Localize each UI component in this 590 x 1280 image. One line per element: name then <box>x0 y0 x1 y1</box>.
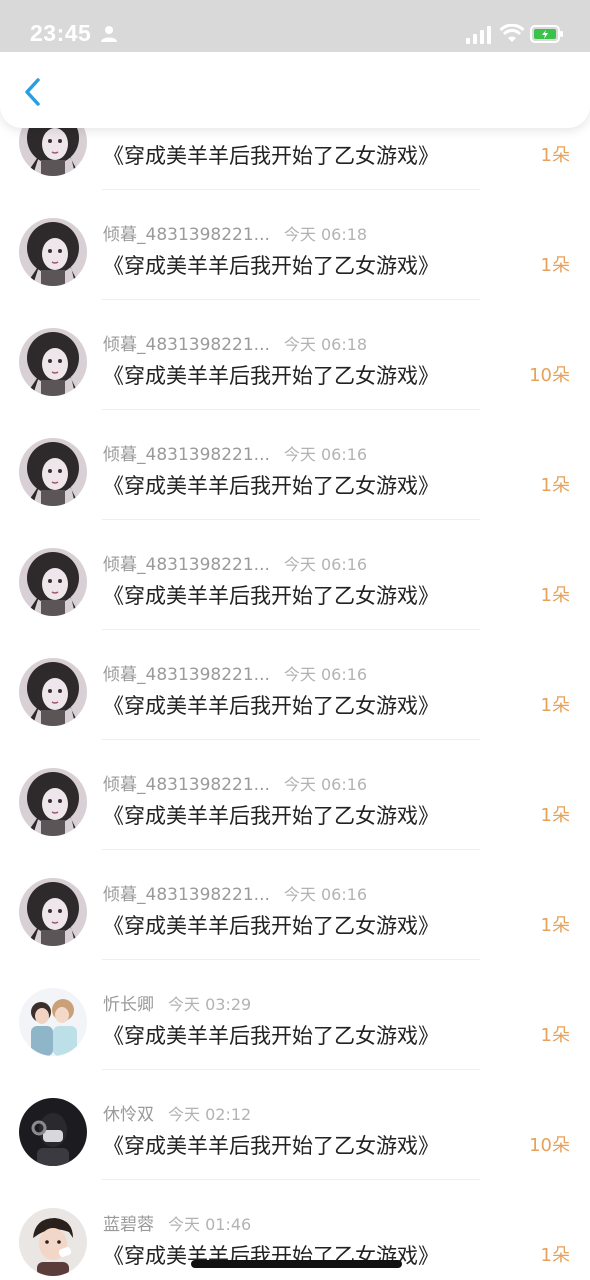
username[interactable]: 倾暮_4831398221... <box>103 555 270 575</box>
row-meta: 倾暮_4831398221... 今天 06:18 <box>103 220 368 245</box>
book-title[interactable]: 《穿成美羊羊后我开始了乙女游戏》 <box>103 1130 439 1160</box>
username[interactable]: 倾暮_4831398221... <box>103 885 270 905</box>
username[interactable]: 忻长卿 <box>103 995 154 1015</box>
flower-count: 1朵 <box>540 1025 570 1046</box>
book-title[interactable]: 《穿成美羊羊后我开始了乙女游戏》 <box>103 800 439 830</box>
book-title[interactable]: 《穿成美羊羊后我开始了乙女游戏》 <box>103 580 439 610</box>
flower-count: 10朵 <box>529 1135 570 1156</box>
row-meta: 蓝碧蓉 今天 01:46 <box>103 1210 252 1235</box>
flower-count: 10朵 <box>529 365 570 386</box>
avatar[interactable] <box>19 218 87 286</box>
timestamp: 今天 06:18 <box>283 225 368 244</box>
avatar[interactable] <box>19 1098 87 1166</box>
timestamp: 今天 03:29 <box>168 995 252 1014</box>
avatar[interactable] <box>19 328 87 396</box>
battery-icon <box>530 25 563 43</box>
header <box>0 52 590 128</box>
username[interactable]: 倾暮_4831398221... <box>103 665 270 685</box>
username[interactable]: 倾暮_4831398221... <box>103 445 270 465</box>
signal-icon <box>466 26 491 44</box>
flower-count: 1朵 <box>540 915 570 936</box>
timestamp: 今天 06:16 <box>283 775 368 794</box>
timestamp: 今天 02:12 <box>168 1105 252 1124</box>
book-title[interactable]: 《穿成美羊羊后我开始了乙女游戏》 <box>103 140 439 170</box>
wifi-icon <box>500 24 524 42</box>
avatar[interactable] <box>19 768 87 836</box>
timestamp: 今天 01:46 <box>168 1215 252 1234</box>
flower-count: 1朵 <box>540 585 570 606</box>
status-bar: 23:45 <box>0 0 590 52</box>
avatar[interactable] <box>19 438 87 506</box>
flower-count: 1朵 <box>540 145 570 166</box>
flower-count: 1朵 <box>540 1245 570 1266</box>
row-meta: 忻长卿 今天 03:29 <box>103 990 252 1015</box>
timestamp: 今天 06:16 <box>283 445 368 464</box>
list-item[interactable]: 倾暮_4831398221... 今天 06:18 《穿成美羊羊后我开始了乙女游戏》… <box>0 190 590 300</box>
avatar[interactable] <box>19 658 87 726</box>
username[interactable]: 休怜双 <box>103 1105 154 1125</box>
home-indicator[interactable] <box>191 1260 402 1268</box>
list-item[interactable]: 倾暮_4831398221... 今天 06:18 《穿成美羊羊后我开始了乙女游戏》… <box>0 300 590 410</box>
status-time: 23:45 <box>30 20 92 46</box>
username[interactable]: 倾暮_4831398221... <box>103 775 270 795</box>
timestamp: 今天 06:16 <box>283 885 368 904</box>
book-title[interactable]: 《穿成美羊羊后我开始了乙女游戏》 <box>103 360 439 390</box>
book-title[interactable]: 《穿成美羊羊后我开始了乙女游戏》 <box>103 470 439 500</box>
list-item[interactable]: 倾暮_4831398221... 今天 06:16 《穿成美羊羊后我开始了乙女游戏》… <box>0 850 590 960</box>
row-meta: 倾暮_4831398221... 今天 06:16 <box>103 770 368 795</box>
list-item[interactable]: 倾暮_4831398221... 今天 06:16 《穿成美羊羊后我开始了乙女游戏》… <box>0 520 590 630</box>
avatar[interactable] <box>19 878 87 946</box>
flower-count: 1朵 <box>540 255 570 276</box>
list-item[interactable]: 倾暮_4831398221... 今天 06:16 《穿成美羊羊后我开始了乙女游戏》… <box>0 410 590 520</box>
timestamp: 今天 06:18 <box>283 335 368 354</box>
flower-count: 1朵 <box>540 475 570 496</box>
avatar[interactable] <box>19 1208 87 1276</box>
person-icon <box>101 26 117 42</box>
screen: 23:45 《穿成美羊羊后我开始了乙女游戏》 1朵 倾暮_4831398221.. <box>0 0 590 1280</box>
list-item[interactable]: 休怜双 今天 02:12 《穿成美羊羊后我开始了乙女游戏》 10朵 <box>0 1070 590 1180</box>
list-item[interactable]: 忻长卿 今天 03:29 《穿成美羊羊后我开始了乙女游戏》 1朵 <box>0 960 590 1070</box>
username[interactable]: 倾暮_4831398221... <box>103 225 270 245</box>
book-title[interactable]: 《穿成美羊羊后我开始了乙女游戏》 <box>103 910 439 940</box>
username[interactable]: 蓝碧蓉 <box>103 1215 154 1235</box>
timestamp: 今天 06:16 <box>283 665 368 684</box>
avatar[interactable] <box>19 988 87 1056</box>
row-meta: 倾暮_4831398221... 今天 06:16 <box>103 550 368 575</box>
reward-list: 《穿成美羊羊后我开始了乙女游戏》 1朵 倾暮_4831398221... 今天 06:… <box>0 80 590 1280</box>
flower-count: 1朵 <box>540 805 570 826</box>
book-title[interactable]: 《穿成美羊羊后我开始了乙女游戏》 <box>103 690 439 720</box>
row-meta: 倾暮_4831398221... 今天 06:16 <box>103 440 368 465</box>
username[interactable]: 倾暮_4831398221... <box>103 335 270 355</box>
list-item[interactable]: 倾暮_4831398221... 今天 06:16 《穿成美羊羊后我开始了乙女游戏》… <box>0 630 590 740</box>
flower-count: 1朵 <box>540 695 570 716</box>
avatar[interactable] <box>19 548 87 616</box>
row-meta: 倾暮_4831398221... 今天 06:16 <box>103 660 368 685</box>
list-item[interactable]: 倾暮_4831398221... 今天 06:16 《穿成美羊羊后我开始了乙女游戏》… <box>0 740 590 850</box>
book-title[interactable]: 《穿成美羊羊后我开始了乙女游戏》 <box>103 250 439 280</box>
row-meta: 休怜双 今天 02:12 <box>103 1100 252 1125</box>
back-button[interactable] <box>18 74 48 110</box>
row-meta: 倾暮_4831398221... 今天 06:18 <box>103 330 368 355</box>
book-title[interactable]: 《穿成美羊羊后我开始了乙女游戏》 <box>103 1020 439 1050</box>
row-meta: 倾暮_4831398221... 今天 06:16 <box>103 880 368 905</box>
timestamp: 今天 06:16 <box>283 555 368 574</box>
